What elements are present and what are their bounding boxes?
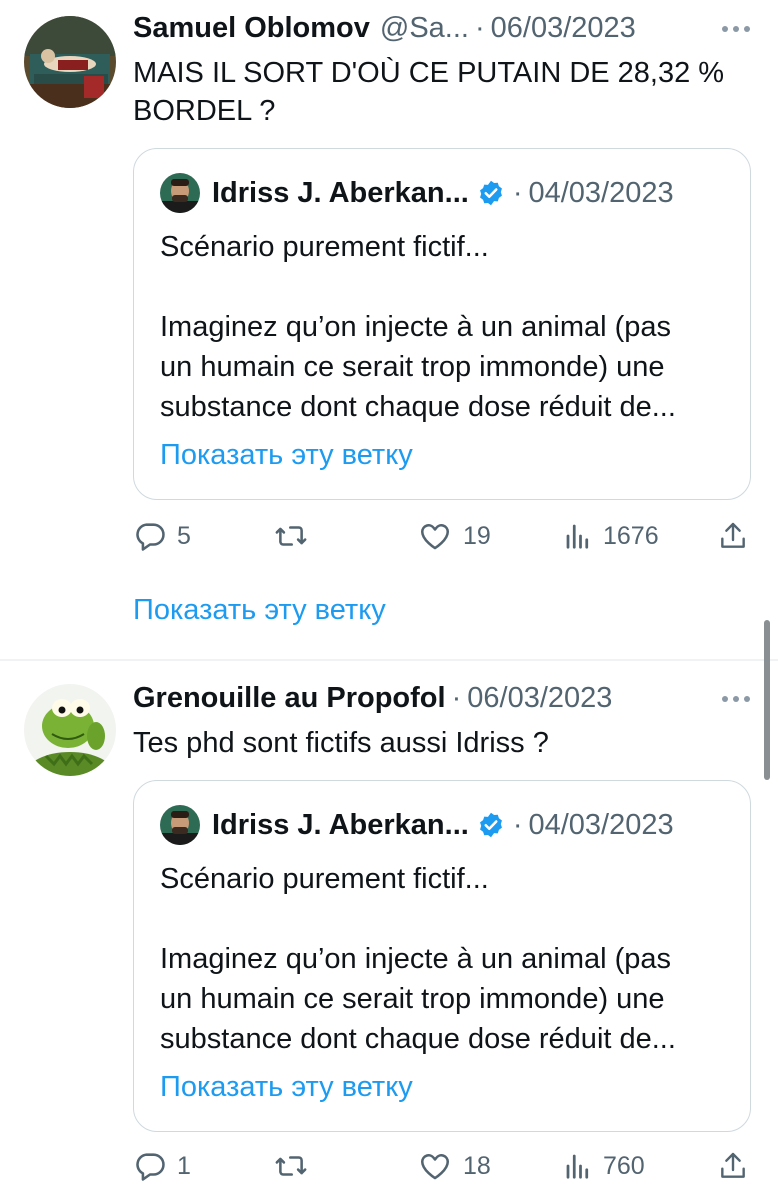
- views-count: 1676: [603, 521, 659, 550]
- separator-dot: ·: [474, 12, 485, 44]
- share-button[interactable]: [717, 1146, 749, 1186]
- reply-count: 1: [177, 1151, 191, 1180]
- tweet-text: Tes phd sont fictifs aussi Idriss ?: [133, 727, 549, 759]
- more-icon[interactable]: [722, 695, 750, 703]
- quoted-avatar[interactable]: [160, 805, 200, 845]
- quoted-text: Scénario purement fictif... Imaginez qu’…: [160, 227, 730, 427]
- tweet-date[interactable]: 06/03/2023: [491, 10, 636, 46]
- reply-button[interactable]: 1: [133, 1146, 191, 1186]
- quoted-date[interactable]: 04/03/2023: [528, 173, 673, 213]
- views-icon: [566, 1154, 589, 1179]
- reply-icon: [136, 523, 165, 551]
- quoted-tweet-header: Idriss J. Aberkan... · 04/03/2023: [160, 173, 674, 213]
- quoted-show-thread-link[interactable]: Показать эту ветку: [160, 1067, 413, 1107]
- quoted-avatar[interactable]: [160, 173, 200, 213]
- verified-badge-icon: [477, 811, 505, 839]
- tweet[interactable]: Grenouille au Propofol · 06/03/2023 Tes …: [0, 662, 778, 1200]
- quoted-tweet[interactable]: Idriss J. Aberkan... · 04/03/2023 Scénar…: [133, 148, 751, 500]
- retweet-icon: [275, 526, 307, 546]
- share-icon: [721, 1152, 745, 1178]
- quoted-text-line: un humain ce serait trop immonde) une: [160, 351, 665, 383]
- views-button[interactable]: 1676: [563, 516, 659, 556]
- separator-dot: ·: [512, 177, 523, 209]
- like-button[interactable]: 18: [417, 1146, 491, 1186]
- quoted-show-thread-link[interactable]: Показать эту ветку: [160, 435, 413, 475]
- quoted-date[interactable]: 04/03/2023: [528, 805, 673, 845]
- retweet-button[interactable]: [273, 516, 319, 556]
- retweet-button[interactable]: [273, 1146, 319, 1186]
- avatar-painting-image: [24, 16, 116, 108]
- action-bar: 5 19 1676: [133, 516, 753, 556]
- views-count: 760: [603, 1151, 645, 1180]
- reply-button[interactable]: 5: [133, 516, 191, 556]
- quoted-text-line: substance dont chaque dose réduit de...: [160, 391, 676, 423]
- tweet-text-line: BORDEL ?: [133, 95, 276, 127]
- tweet-text-line: MAIS IL SORT D'OÙ CE PUTAIN DE 28,32 %: [133, 57, 725, 89]
- heart-icon: [420, 1154, 450, 1180]
- separator-dot: ·: [451, 682, 462, 714]
- heart-icon: [420, 524, 450, 550]
- tweet-date[interactable]: 06/03/2023: [467, 680, 612, 716]
- quoted-text-line: Scénario purement fictif...: [160, 231, 489, 263]
- separator-dot: ·: [512, 809, 523, 841]
- like-count: 18: [463, 1151, 491, 1180]
- quoted-author-name[interactable]: Idriss J. Aberkan...: [212, 173, 469, 213]
- quoted-tweet[interactable]: Idriss J. Aberkan... · 04/03/2023 Scénar…: [133, 780, 751, 1132]
- like-button[interactable]: 19: [417, 516, 491, 556]
- verified-badge-icon: [477, 179, 505, 207]
- author-name[interactable]: Grenouille au Propofol: [133, 680, 446, 716]
- tweet[interactable]: Samuel Oblomov @Sa... · 06/03/2023 MAIS …: [0, 0, 778, 660]
- avatar[interactable]: [24, 16, 116, 108]
- reply-icon: [136, 1153, 165, 1181]
- tweet-header: Samuel Oblomov @Sa... · 06/03/2023: [133, 10, 718, 46]
- quoted-text-line: Scénario purement fictif...: [160, 863, 489, 895]
- quoted-tweet-header: Idriss J. Aberkan... · 04/03/2023: [160, 805, 674, 845]
- avatar-kermit-image: [24, 684, 116, 776]
- share-button[interactable]: [717, 516, 749, 556]
- retweet-icon: [275, 1156, 307, 1176]
- like-count: 19: [463, 521, 491, 550]
- reply-count: 5: [177, 521, 191, 550]
- quoted-text-line: Imaginez qu’on injecte à un animal (pas: [160, 943, 672, 975]
- quoted-text-line: Imaginez qu’on injecte à un animal (pas: [160, 311, 672, 343]
- tweet-header: Grenouille au Propofol · 06/03/2023: [133, 680, 718, 716]
- avatar[interactable]: [24, 684, 116, 776]
- author-handle[interactable]: @Sa...: [380, 10, 469, 46]
- divider: [0, 659, 778, 661]
- author-name[interactable]: Samuel Oblomov: [133, 10, 370, 46]
- scrollbar[interactable]: [764, 620, 770, 780]
- quoted-avatar-image: [160, 805, 200, 845]
- action-bar: 1 18 760: [133, 1146, 753, 1186]
- views-button[interactable]: 760: [563, 1146, 645, 1186]
- show-thread-link[interactable]: Показать эту ветку: [133, 590, 386, 630]
- quoted-text-line: un humain ce serait trop immonde) une: [160, 983, 665, 1015]
- tweet-text: MAIS IL SORT D'OÙ CE PUTAIN DE 28,32 % B…: [133, 54, 748, 130]
- more-icon[interactable]: [722, 25, 750, 33]
- quoted-text-line: substance dont chaque dose réduit de...: [160, 1023, 676, 1055]
- views-icon: [566, 524, 589, 549]
- quoted-avatar-image: [160, 173, 200, 213]
- quoted-text: Scénario purement fictif... Imaginez qu’…: [160, 859, 730, 1059]
- share-icon: [721, 522, 745, 548]
- quoted-author-name[interactable]: Idriss J. Aberkan...: [212, 805, 469, 845]
